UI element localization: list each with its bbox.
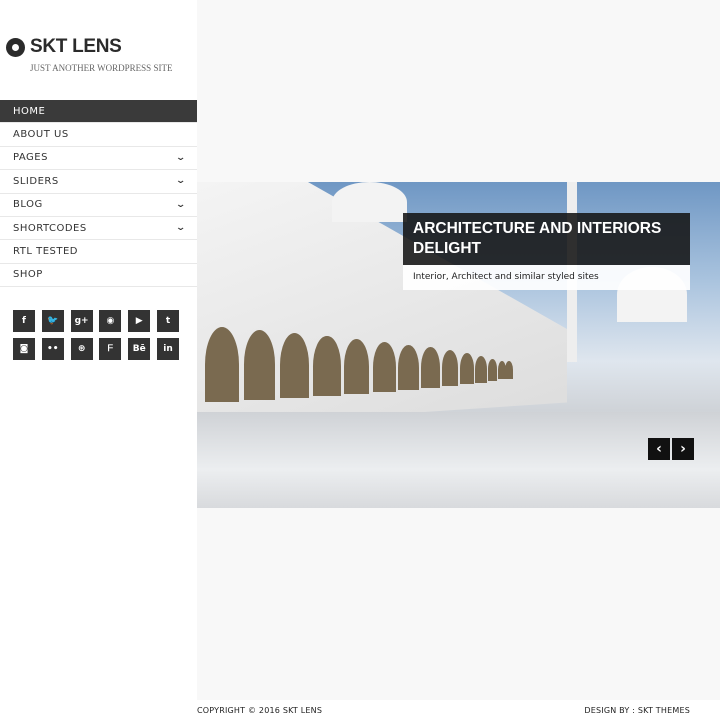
arch-shape xyxy=(398,344,419,391)
aperture-icon xyxy=(6,37,25,57)
youtube-icon[interactable]: ▶ xyxy=(128,310,151,332)
chevron-down-icon[interactable]: ⌄ xyxy=(175,200,186,210)
arch-shape xyxy=(243,330,276,400)
behance-icon[interactable]: Bē xyxy=(128,338,151,360)
copyright-text: COPYRIGHT © 2016 SKT LENS xyxy=(197,706,323,715)
main-menu: HOME ABOUT US PAGES ⌄ SLIDERS ⌄ BLOG ⌄ SHORTCODE… xyxy=(0,100,197,288)
slide-image-dome xyxy=(332,182,407,222)
chevron-down-icon[interactable]: ⌄ xyxy=(175,223,186,233)
site-tagline: JUST ANOTHER WORDPRESS SITE xyxy=(30,63,173,73)
menu-item-label: SLIDERS xyxy=(13,175,59,187)
chevron-down-icon[interactable]: ⌄ xyxy=(175,153,186,163)
arch-shape xyxy=(441,350,459,387)
arch-shape xyxy=(279,332,310,399)
arch-shape xyxy=(487,359,498,381)
dribbble-icon[interactable]: ⊛ xyxy=(70,338,93,360)
menu-item-label: HOME xyxy=(13,105,46,117)
menu-item-label: SHOP xyxy=(13,269,43,281)
arch-shape xyxy=(344,338,370,395)
instagram-icon[interactable]: ◙ xyxy=(13,338,35,360)
menu-item-blog[interactable]: BLOG ⌄ xyxy=(0,194,197,217)
sidebar: SKT LENS JUST ANOTHER WORDPRESS SITE HOM… xyxy=(0,0,197,700)
menu-item-label: RTL TESTED xyxy=(13,246,78,258)
foursquare-icon[interactable]: ᖴ xyxy=(99,338,122,360)
site-title[interactable]: SKT LENS xyxy=(30,36,122,58)
menu-item-label: BLOG xyxy=(13,199,43,211)
slide-image-floor xyxy=(197,412,720,508)
slider-next-button[interactable]: › xyxy=(672,438,694,460)
menu-item-sliders[interactable]: SLIDERS ⌄ xyxy=(0,170,197,194)
pinterest-icon[interactable]: ◉ xyxy=(99,310,122,332)
twitter-icon[interactable]: 🐦 xyxy=(41,310,64,332)
slider-prev-button[interactable]: ‹ xyxy=(648,438,670,460)
facebook-icon[interactable]: f xyxy=(13,310,35,332)
flickr-icon[interactable]: •• xyxy=(41,338,64,360)
menu-item-rtl-tested[interactable]: RTL TESTED xyxy=(0,240,197,264)
menu-item-shortcodes[interactable]: SHORTCODES ⌄ xyxy=(0,217,197,241)
menu-item-label: SHORTCODES xyxy=(13,222,87,234)
menu-item-label: ABOUT US xyxy=(13,129,69,141)
hero-slider: ARCHITECTURE AND INTERIORS DELIGHT Inter… xyxy=(197,182,720,508)
arch-shape xyxy=(205,327,239,402)
slide-caption-title: ARCHITECTURE AND INTERIORS DELIGHT xyxy=(403,213,690,265)
tumblr-icon[interactable]: t xyxy=(156,310,179,332)
linkedin-icon[interactable]: in xyxy=(156,338,179,360)
arch-shape xyxy=(475,356,487,383)
social-links: f 🐦 g+ ◉ ▶ t ◙ •• ⊛ ᖴ Bē in xyxy=(13,310,179,360)
main-content: ARCHITECTURE AND INTERIORS DELIGHT Inter… xyxy=(197,0,720,700)
menu-item-pages[interactable]: PAGES ⌄ xyxy=(0,147,197,171)
chevron-down-icon[interactable]: ⌄ xyxy=(175,176,186,186)
menu-item-home[interactable]: HOME xyxy=(0,100,197,124)
footer: COPYRIGHT © 2016 SKT LENS DESIGN BY : SK… xyxy=(197,700,720,720)
google-plus-icon[interactable]: g+ xyxy=(70,310,93,332)
arch-shape xyxy=(313,335,341,397)
arch-shape xyxy=(372,341,396,393)
arch-shape xyxy=(505,361,514,380)
site-logo[interactable]: SKT LENS xyxy=(6,36,122,58)
menu-item-shop[interactable]: SHOP xyxy=(0,264,197,288)
menu-item-about-us[interactable]: ABOUT US xyxy=(0,123,197,147)
design-credit[interactable]: DESIGN BY : SKT THEMES xyxy=(584,706,690,715)
menu-item-label: PAGES xyxy=(13,152,48,164)
slide-caption-subtitle: Interior, Architect and similar styled s… xyxy=(403,265,690,290)
arch-shape xyxy=(459,353,474,385)
arch-shape xyxy=(421,347,440,389)
